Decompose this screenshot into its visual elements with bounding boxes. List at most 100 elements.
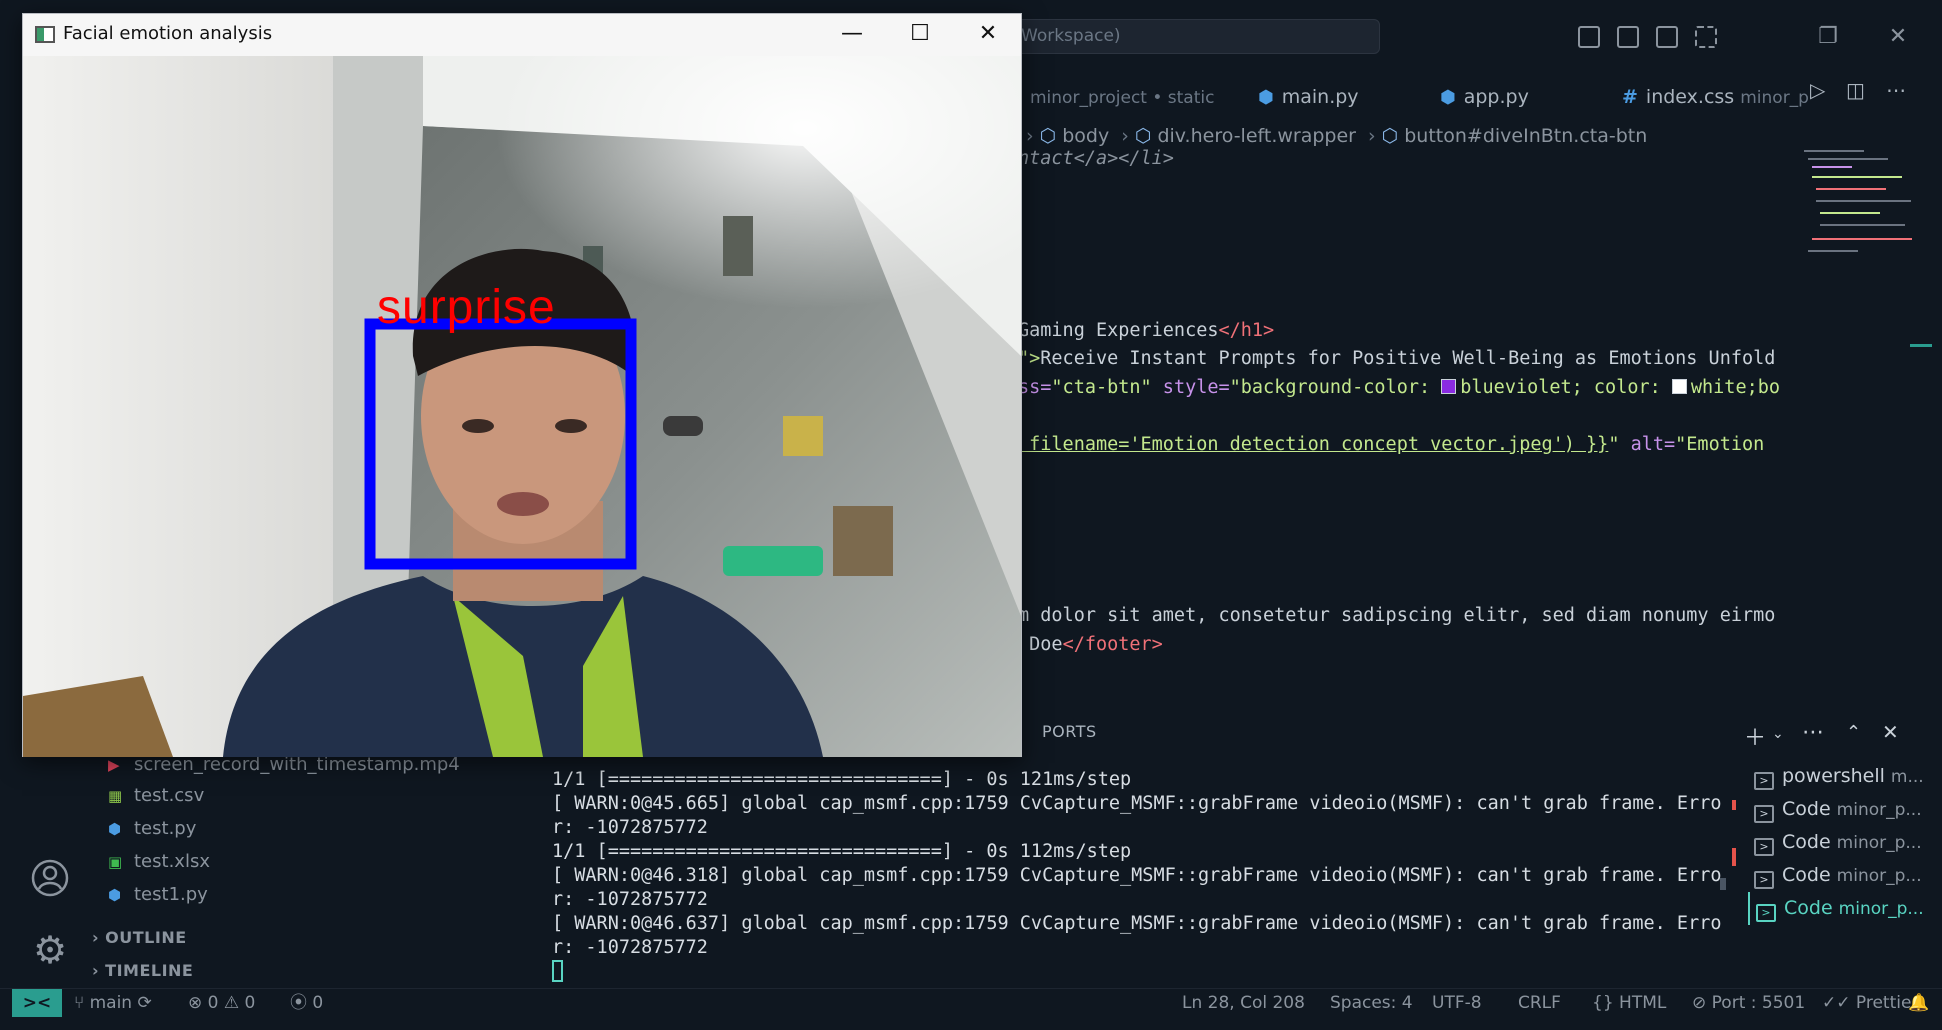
status-bar: >< ⑂ main ⟳ ⊗ 0 ⚠ 0 ⦿ 0 Ln 28, Col 208 S…	[0, 988, 1942, 1017]
split-editor-icon[interactable]: ◫	[1846, 78, 1865, 102]
app-icon	[35, 26, 55, 43]
encoding-status[interactable]: UTF-8	[1432, 989, 1482, 1017]
terminal-line: r: -1072875772	[552, 817, 708, 838]
code-line: ss="cta-btn" style="background-color: bl…	[1018, 377, 1780, 398]
terminal-output[interactable]: 1/1 [==============================] - 0…	[540, 765, 1721, 985]
minimize-button[interactable]: —	[819, 14, 885, 56]
breadcrumb-item[interactable]: div.hero-left.wrapper	[1157, 125, 1356, 147]
error-marker	[1732, 848, 1736, 866]
terminal-icon: >	[1754, 805, 1774, 823]
language-status[interactable]: {} HTML	[1592, 989, 1666, 1017]
opencv-titlebar[interactable]: Facial emotion analysis — ☐ ✕	[23, 14, 1021, 56]
python-icon: ⬢	[1440, 87, 1456, 108]
element-icon: ⬡	[1381, 125, 1399, 147]
more-icon[interactable]: ⋯	[1802, 720, 1824, 745]
ports-status[interactable]: ⦿ 0	[290, 989, 323, 1017]
sync-icon: ⟳	[137, 993, 152, 1013]
tab-main-py[interactable]: ⬢ main.py	[1258, 74, 1359, 120]
terminal-item[interactable]: > powershell m...	[1748, 760, 1942, 793]
terminal-line: r: -1072875772	[552, 937, 708, 958]
code-line: m dolor sit amet, consetetur sadipscing …	[1018, 605, 1776, 626]
eol-status[interactable]: CRLF	[1518, 989, 1561, 1017]
terminal-item[interactable]: > Code minor_p...	[1748, 859, 1942, 892]
no-entry-icon: ⊘	[1692, 993, 1707, 1013]
warning-icon: ⚠	[223, 993, 240, 1013]
python-file-icon: ⬢	[108, 886, 122, 904]
prettier-status[interactable]: ✓✓ Prettier	[1822, 989, 1918, 1017]
error-marker	[1732, 800, 1736, 810]
bell-icon[interactable]: 🔔	[1908, 989, 1929, 1017]
breadcrumb-item[interactable]: button#diveInBtn.cta-btn	[1404, 125, 1647, 147]
terminal-icon: >	[1754, 871, 1774, 889]
code-line: filename='Emotion detection concept vect…	[1018, 434, 1765, 455]
terminal-icon: >	[1756, 904, 1776, 922]
terminal-line: r: -1072875772	[552, 889, 708, 910]
terminal-cursor	[552, 960, 563, 984]
braces-icon: {}	[1592, 993, 1614, 1013]
excel-file-icon: ▣	[108, 853, 123, 871]
element-icon: ⬡	[1134, 125, 1152, 147]
tab-index-css[interactable]: # index.css minor_p	[1622, 74, 1809, 120]
python-file-icon: ⬢	[108, 820, 122, 838]
more-actions-icon[interactable]: ⋯	[1886, 78, 1906, 102]
branch-status[interactable]: ⑂ main ⟳	[74, 989, 152, 1017]
code-editor[interactable]: ntact</a></li> Gaming Experiences</h1> "…	[1010, 146, 1800, 706]
file-item[interactable]: ▦ test.csv	[108, 783, 204, 809]
run-icon[interactable]: ▷	[1810, 78, 1825, 102]
toggle-panel-icon[interactable]	[1617, 26, 1639, 48]
terminal-item[interactable]: > Code minor_p...	[1748, 793, 1942, 826]
vscode-close-button[interactable]: ✕	[1878, 20, 1918, 54]
css-icon: #	[1622, 86, 1638, 108]
indentation-status[interactable]: Spaces: 4	[1330, 989, 1413, 1017]
toggle-secondary-sidebar-icon[interactable]	[1656, 26, 1678, 48]
timeline-section[interactable]: › TIMELINE	[92, 961, 193, 980]
terminal-line: 1/1 [==============================] - 0…	[552, 769, 1132, 790]
chevron-down-icon[interactable]: ⌄	[1772, 726, 1784, 742]
terminal-item[interactable]: > Code minor_p...	[1748, 826, 1942, 859]
maximize-panel-icon[interactable]: ⌃	[1846, 722, 1861, 743]
terminal-line: [ WARN:0@46.637] global cap_msmf.cpp:175…	[552, 913, 1722, 934]
close-panel-icon[interactable]: ✕	[1882, 720, 1899, 744]
color-swatch[interactable]	[1441, 379, 1457, 394]
command-center[interactable]: Workspace)	[1000, 19, 1380, 54]
maximize-button[interactable]: ☐	[887, 14, 953, 56]
file-item[interactable]: ⬢ test1.py	[108, 882, 208, 908]
terminal-icon: >	[1754, 838, 1774, 856]
close-button[interactable]: ✕	[955, 14, 1021, 56]
terminal-line: [ WARN:0@45.665] global cap_msmf.cpp:175…	[552, 793, 1722, 814]
outline-section[interactable]: › OUTLINE	[92, 928, 187, 947]
color-swatch[interactable]	[1671, 379, 1687, 394]
terminal-line: 1/1 [==============================] - 0…	[552, 841, 1132, 862]
python-icon: ⬢	[1258, 87, 1274, 108]
cursor-position[interactable]: Ln 28, Col 208	[1182, 989, 1305, 1017]
camera-feed: surprise	[23, 56, 1021, 757]
tab-ports[interactable]: PORTS	[1042, 722, 1097, 741]
remote-indicator-icon[interactable]: ><	[12, 989, 62, 1017]
accounts-icon[interactable]	[10, 858, 90, 902]
vscode-restore-button[interactable]: ❐	[1808, 20, 1848, 54]
panel-header: PORTS ＋ ⌄ ⋯ ⌃ ✕	[1030, 716, 1942, 752]
code-line: ">Receive Instant Prompts for Positive W…	[1018, 348, 1776, 369]
window-title: Facial emotion analysis	[63, 23, 273, 44]
live-server-status[interactable]: ⊘ Port : 5501	[1692, 989, 1805, 1017]
emotion-label: surprise	[377, 281, 556, 334]
toggle-primary-sidebar-icon[interactable]	[1578, 26, 1600, 48]
new-terminal-icon[interactable]: ＋	[1744, 720, 1766, 752]
code-line: ntact</a></li>	[1018, 148, 1174, 169]
file-item[interactable]: ⬢ test.py	[108, 816, 196, 842]
terminal-item-active[interactable]: > Code minor_p...	[1748, 892, 1942, 925]
error-icon: ⊗	[188, 993, 203, 1013]
tab-static-folder[interactable]: minor_project • static	[1030, 74, 1214, 120]
terminal-scrollbar[interactable]	[1720, 878, 1726, 890]
tab-app-py[interactable]: ⬢ app.py	[1440, 74, 1529, 120]
terminal-icon: >	[1754, 772, 1774, 790]
problems-status[interactable]: ⊗ 0 ⚠ 0	[188, 989, 255, 1017]
scroll-indicator	[1910, 344, 1932, 347]
customize-layout-icon[interactable]	[1695, 26, 1717, 48]
minimap[interactable]	[1800, 146, 1912, 266]
opencv-window[interactable]: Facial emotion analysis — ☐ ✕ surprise	[22, 13, 1022, 757]
gear-icon[interactable]: ⚙	[10, 928, 90, 972]
camera-frame-image	[23, 56, 1021, 757]
file-item[interactable]: ▣ test.xlsx	[108, 849, 210, 875]
breadcrumb-item[interactable]: body	[1062, 125, 1109, 147]
